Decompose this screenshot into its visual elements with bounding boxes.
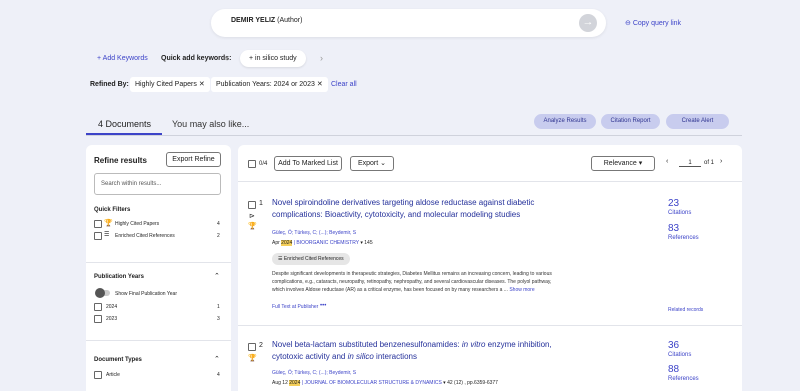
record-number: 2 [259, 342, 263, 349]
filter-label: Article [106, 372, 120, 378]
add-to-marked-list-button[interactable]: Add To Marked List [274, 156, 342, 171]
query-role: (Author) [275, 17, 303, 24]
analyze-results-button[interactable]: Analyze Results [534, 114, 596, 129]
filter-count: 4 [217, 372, 220, 378]
citations-label: Citations [668, 352, 692, 358]
filter-label: 2023 [106, 316, 118, 322]
filter-label: Enriched Cited References [115, 233, 175, 239]
filter-count: 3 [217, 316, 220, 322]
search-within-input[interactable]: Search within results... [94, 173, 221, 195]
record-title[interactable]: Novel beta-lactam substituted benzenesul… [272, 339, 552, 363]
copy-query-link[interactable]: ⊖ Copy query link [625, 19, 681, 27]
related-records-link[interactable]: Related records [668, 307, 703, 313]
keyword-chip[interactable]: + in silico study [240, 50, 306, 67]
enriched-badge: ☰ Enriched Cited References [272, 253, 350, 265]
record-title[interactable]: Novel spiroindoline derivatives targetin… [272, 197, 534, 221]
more-options-icon[interactable]: ••• [320, 303, 326, 309]
page-input[interactable]: 1 [679, 160, 701, 167]
filter-count: 1 [217, 304, 220, 310]
toggle-knob [95, 288, 105, 298]
references-label: References [668, 235, 699, 241]
record-authors[interactable]: Güleç, Ö; Türkeș, C; (...); Beydemir, S [272, 370, 356, 376]
chevron-left-icon[interactable]: ‹ [225, 53, 228, 63]
document-types-heading: Document Types [94, 357, 142, 363]
checkbox[interactable] [94, 220, 102, 228]
filter-count: 4 [217, 221, 220, 227]
filter-chip-years[interactable]: Publication Years: 2024 or 2023 ✕ [211, 77, 328, 92]
caret-down-icon: ▾ [638, 160, 643, 167]
filter-chip-highly-cited[interactable]: Highly Cited Papers ✕ [130, 77, 210, 92]
references-count[interactable]: 88 [668, 364, 679, 375]
checkbox[interactable] [94, 303, 102, 311]
trophy-icon: 🏆 [248, 355, 257, 362]
show-final-label: Show Final Publication Year [115, 291, 177, 297]
record-abstract: Despite significant developments in ther… [272, 271, 552, 293]
record-checkbox[interactable] [248, 343, 256, 351]
publication-years-heading: Publication Years [94, 274, 144, 280]
sort-select[interactable]: Relevance ▾ [591, 156, 655, 171]
close-icon[interactable]: ✕ [317, 81, 323, 88]
clear-all-link[interactable]: Clear all [331, 81, 357, 88]
add-keywords-button[interactable]: + Add Keywords [97, 55, 148, 62]
quick-filters-heading: Quick Filters [94, 207, 131, 213]
page-total: of 1 [704, 160, 715, 166]
record-number: 1 [259, 200, 263, 207]
filter-label: 2024 [106, 304, 118, 310]
tab-documents[interactable]: 4 Documents [98, 119, 151, 129]
citations-count[interactable]: 23 [668, 198, 679, 209]
citations-label: Citations [668, 210, 692, 216]
query-author: DEMIR YELIZ [231, 17, 276, 24]
references-label: References [668, 376, 699, 382]
divider [238, 181, 742, 182]
tab-may-like[interactable]: You may also like... [172, 119, 249, 129]
record-source: Apr 2024 | BIOORGANIC CHEMISTRY ▾ 145 [272, 240, 373, 246]
select-all-checkbox[interactable] [248, 160, 256, 168]
filter-label: Highly Cited Papers [115, 221, 160, 227]
checkbox[interactable] [94, 371, 102, 379]
arrow-right-icon[interactable]: → [579, 14, 597, 32]
chevron-right-icon[interactable]: › [320, 53, 323, 63]
chevron-up-icon[interactable]: ⌃ [214, 272, 220, 280]
trophy-icon: 🏆 [104, 220, 113, 227]
checkbox[interactable] [94, 315, 102, 323]
tab-divider [86, 135, 742, 136]
refined-by-label: Refined By: [90, 81, 129, 88]
results-panel: 0/4 Add To Marked List Export ⌄ Relevanc… [238, 145, 742, 391]
export-refine-button[interactable]: Export Refine [166, 152, 221, 167]
record-checkbox[interactable] [248, 201, 256, 209]
show-more-link[interactable]: Show more [509, 287, 534, 293]
divider [86, 262, 231, 263]
list-icon: ☰ [104, 232, 110, 238]
chevron-right-icon[interactable]: › [720, 158, 722, 165]
trophy-icon: 🏆 [248, 223, 257, 230]
chevron-up-icon[interactable]: ⌃ [214, 355, 220, 363]
full-text-link[interactable]: Full Text at Publisher [272, 304, 318, 310]
link-icon: ⊖ [625, 20, 633, 27]
record-source: Aug 12 2024 | JOURNAL OF BIOMOLECULAR ST… [272, 380, 498, 386]
refine-sidebar: Refine results Export Refine Search with… [86, 145, 231, 391]
open-access-icon: ⊳ [249, 213, 255, 220]
divider [86, 340, 231, 341]
close-icon[interactable]: ✕ [199, 81, 205, 88]
selected-count: 0/4 [259, 161, 268, 167]
query-bar[interactable]: DEMIR YELIZ (Author) → [211, 9, 606, 37]
citations-count[interactable]: 36 [668, 340, 679, 351]
checkbox[interactable] [94, 232, 102, 240]
quick-add-label: Quick add keywords: [161, 55, 232, 62]
chevron-down-icon: ⌄ [380, 160, 387, 167]
filter-count: 2 [217, 233, 220, 239]
record-authors[interactable]: Güleç, Ö; Türkeș, C; (...); Beydemir, S [272, 230, 356, 236]
refine-title: Refine results [94, 156, 147, 165]
chevron-left-icon[interactable]: ‹ [666, 158, 668, 165]
active-tab-indicator [86, 133, 162, 135]
citation-report-button[interactable]: Citation Report [601, 114, 660, 129]
export-button[interactable]: Export ⌄ [350, 156, 394, 171]
divider [238, 325, 742, 326]
references-count[interactable]: 83 [668, 223, 679, 234]
create-alert-button[interactable]: Create Alert [666, 114, 729, 129]
